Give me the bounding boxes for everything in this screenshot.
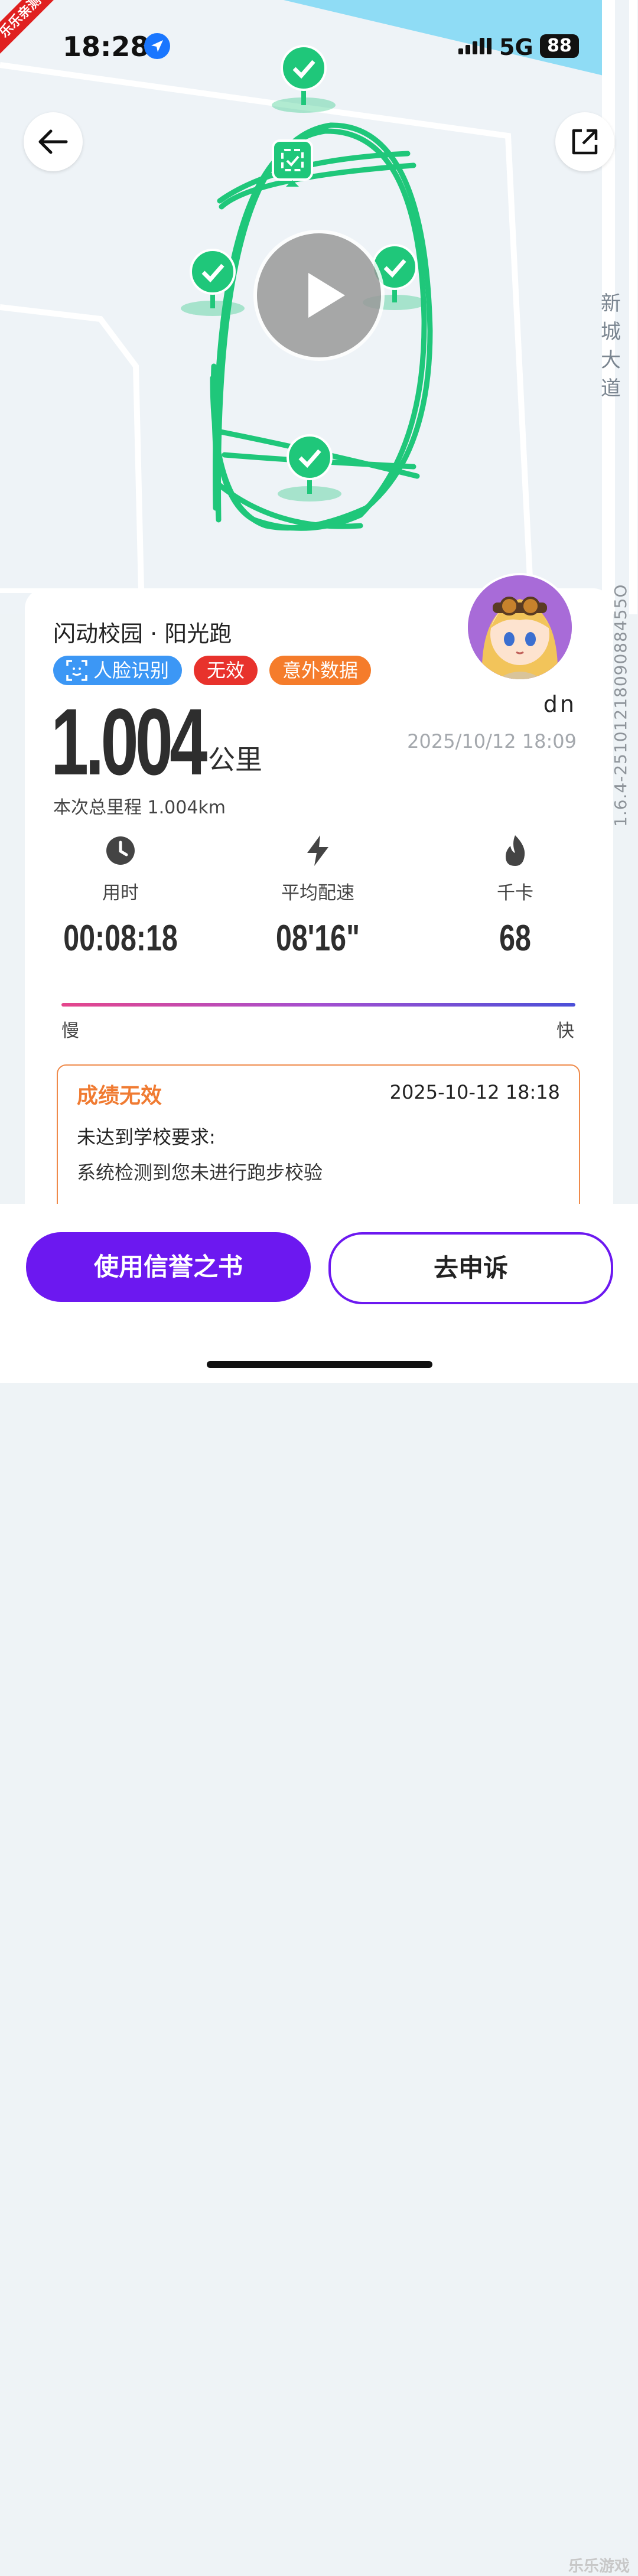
signal-icon	[458, 38, 491, 54]
run-datetime: 2025/10/12 18:09	[407, 730, 577, 753]
battery-icon: 88	[540, 34, 579, 58]
reason-title: 未达到学校要求:	[77, 1126, 216, 1148]
reason-text: 系统检测到您未进行跑步校验	[77, 1161, 323, 1184]
flame-icon	[506, 835, 525, 866]
stat-pace-label: 平均配速	[281, 882, 354, 904]
version-text: 1.6.4-2510121809088455O	[611, 584, 630, 827]
result-title: 成绩无效	[77, 1084, 162, 1108]
distance-unit: 公里	[208, 744, 262, 776]
appeal-button[interactable]: 去申诉	[328, 1232, 613, 1304]
run-summary-card: 闪动校园 · 阳光跑 人脸识别 无效 意外数据 dn 2025/10/12 18…	[25, 573, 613, 1303]
location-arrow-icon	[144, 33, 170, 59]
road-label: 新城大道	[601, 292, 621, 400]
stat-pace: 平均配速 08'16"	[241, 834, 395, 959]
face-check-marker	[272, 139, 313, 187]
bottom-action-bar: 使用信誉之书 去申诉 乐乐游戏	[0, 1204, 638, 2575]
network-type: 5G	[499, 34, 533, 60]
battery-level: 88	[547, 35, 572, 56]
distance-value: 1.004	[51, 689, 207, 794]
total-distance: 本次总里程 1.004km	[53, 797, 226, 818]
status-bar: 乐乐亲测 18:28 5G 88	[0, 0, 638, 83]
status-time: 18:28	[63, 31, 149, 63]
home-indicator[interactable]	[207, 1361, 432, 1368]
clock-icon	[106, 836, 135, 865]
speed-gradient-bar	[61, 1003, 575, 1007]
stat-calories-value: 68	[499, 918, 531, 959]
map-canvas	[0, 0, 638, 614]
speed-fast-label: 快	[556, 1021, 574, 1041]
lightning-icon	[307, 835, 328, 866]
back-button[interactable]	[24, 112, 83, 171]
stat-calories: 千卡 68	[438, 834, 592, 959]
share-button[interactable]	[555, 112, 614, 171]
stat-duration: 用时 00:08:18	[44, 834, 197, 959]
arrow-left-icon	[38, 129, 68, 154]
play-button[interactable]	[253, 230, 385, 361]
stat-duration-label: 用时	[102, 882, 139, 904]
speed-slow-label: 慢	[61, 1021, 79, 1041]
corner-badge: 乐乐亲测	[0, 0, 64, 61]
avatar[interactable]	[466, 573, 574, 682]
stat-pace-value: 08'16"	[275, 918, 360, 959]
username: dn	[543, 691, 577, 717]
face-scan-icon	[66, 660, 87, 681]
run-title: 闪动校园 · 阳光跑	[53, 621, 232, 647]
result-time: 2025-10-12 18:18	[389, 1081, 560, 1103]
use-credit-book-button[interactable]: 使用信誉之书	[26, 1232, 311, 1302]
route-map[interactable]	[0, 0, 638, 614]
abnormal-data-tag[interactable]: 意外数据	[269, 656, 372, 685]
stat-duration-value: 00:08:18	[63, 918, 178, 959]
invalid-tag: 无效	[194, 656, 258, 685]
face-recognition-label: 人脸识别	[93, 659, 170, 682]
stat-calories-label: 千卡	[497, 882, 533, 904]
watermark: 乐乐游戏	[568, 2558, 630, 2575]
tag-row: 人脸识别 无效 意外数据	[53, 656, 372, 685]
avatar-image	[468, 575, 572, 679]
share-icon	[572, 129, 598, 155]
face-recognition-tag[interactable]: 人脸识别	[53, 656, 183, 685]
